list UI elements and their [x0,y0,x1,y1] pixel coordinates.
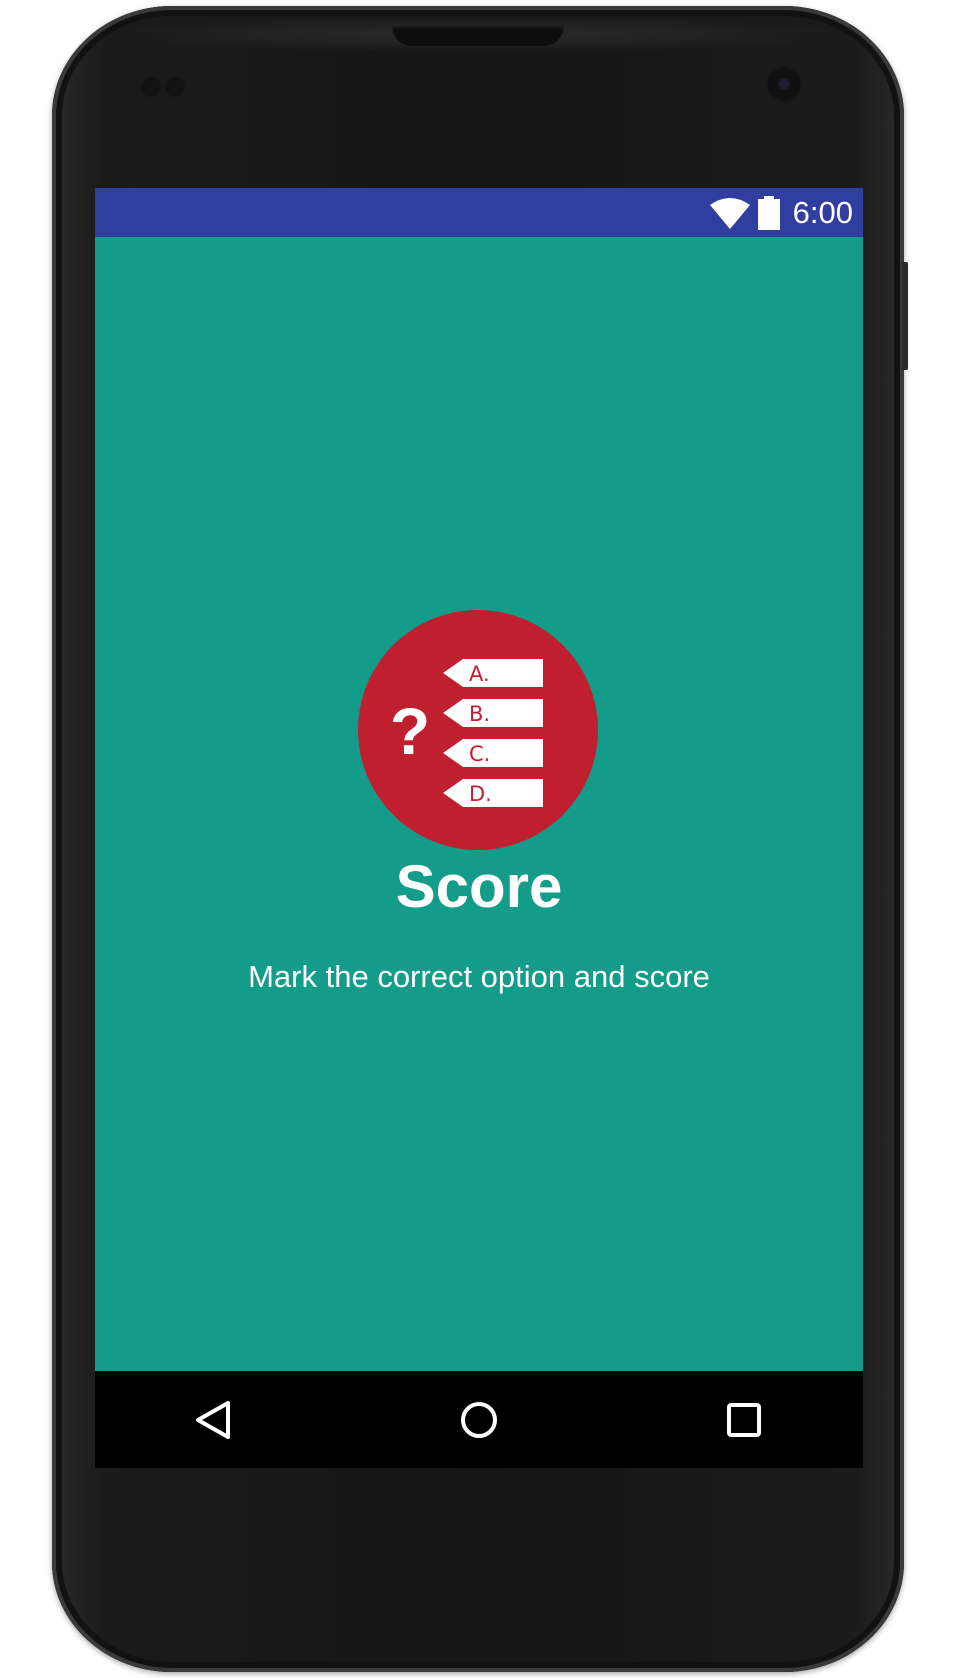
device-mockup: 6:00 ? A. B. C. D. Score Mark the correc… [0,0,958,1678]
status-time: 6:00 [792,195,853,230]
app-subtitle: Mark the correct option and score [248,959,710,994]
power-button [902,262,908,370]
status-bar: 6:00 [95,188,863,237]
option-label-c: C. [469,742,490,766]
light-sensor [164,76,186,98]
navigation-bar [95,1371,863,1468]
screen: 6:00 ? A. B. C. D. Score Mark the correc… [95,188,863,1468]
option-label-a: A. [469,662,490,686]
splash-content: ? A. B. C. D. Score Mark the correct opt… [95,237,863,1371]
option-tag-d: D. [443,779,543,807]
nav-back-button[interactable] [186,1393,240,1447]
battery-icon [758,196,780,230]
option-tag-c: C. [443,739,543,767]
proximity-sensor [140,76,162,98]
option-label-d: D. [469,782,492,806]
app-title: Score [395,853,563,920]
earpiece-speaker [392,26,564,46]
nav-home-button[interactable] [452,1393,506,1447]
option-tag-b: B. [443,699,543,727]
wifi-icon [710,198,750,229]
recents-square-icon [727,1403,761,1437]
quiz-options-icon: ? A. B. C. D. [358,610,598,850]
question-mark: ? [390,694,430,768]
front-camera-icon [766,66,802,102]
option-label-b: B. [469,702,490,726]
option-tag-a: A. [443,659,543,687]
back-triangle-icon [196,1401,230,1439]
nav-recents-button[interactable] [717,1393,771,1447]
home-circle-icon [461,1402,497,1438]
